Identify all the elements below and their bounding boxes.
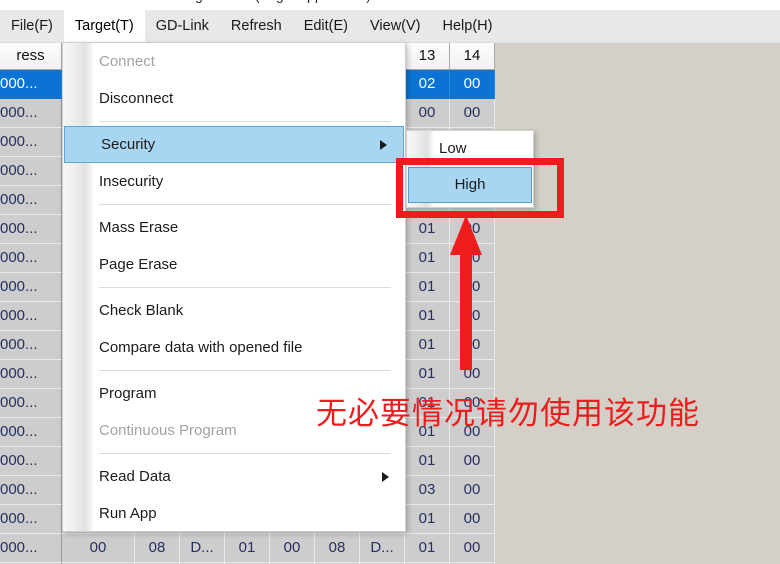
hex-data-cell[interactable]: 01 — [405, 331, 450, 360]
hex-address-cell[interactable]: 000... — [0, 186, 62, 215]
hex-address-cell[interactable]: 000... — [0, 505, 62, 534]
hex-data-cell[interactable]: 01 — [405, 215, 450, 244]
hex-column-header[interactable]: 13 — [405, 42, 450, 70]
hex-data-cell[interactable]: 01 — [405, 244, 450, 273]
menu-item-label: Check Blank — [99, 302, 184, 319]
hex-data-cell[interactable]: D... — [360, 534, 405, 563]
hex-data-cell[interactable]: 00 — [62, 534, 135, 563]
hex-address-cell[interactable]: 000... — [0, 389, 62, 418]
hex-data-cell[interactable]: 01 — [405, 273, 450, 302]
hex-data-cell[interactable]: 01 — [405, 360, 450, 389]
hex-data-cell[interactable]: 01 — [405, 447, 450, 476]
menu-item-security[interactable]: Security — [64, 126, 404, 163]
hex-address-cell[interactable]: 000... — [0, 157, 62, 186]
menu-separator — [99, 121, 391, 122]
hex-address-cell[interactable]: 000... — [0, 360, 62, 389]
hex-address-cell[interactable]: 000... — [0, 331, 62, 360]
hex-column-header[interactable]: 14 — [450, 42, 495, 70]
hex-address-cell[interactable]: 000... — [0, 244, 62, 273]
hex-address-cell[interactable]: 000... — [0, 215, 62, 244]
menubar-item-target-t[interactable]: Target(T) — [63, 10, 145, 42]
hex-data-cell[interactable]: 00 — [405, 99, 450, 128]
hex-data-cell[interactable]: 00 — [270, 534, 315, 563]
menu-bar[interactable]: File(F) Target(T) GD-Link Refresh Edit(E) Vie… — [0, 10, 780, 43]
menu-item-label: Continuous Program — [99, 422, 237, 439]
hex-data-cell[interactable]: 00 — [450, 534, 495, 563]
menu-item-label: Run App — [99, 505, 157, 522]
menu-item-run-app[interactable]: Run App — [63, 495, 405, 532]
hex-address-cell[interactable]: 000... — [0, 302, 62, 331]
app-window: GD-Link Programmer (target application) … — [0, 0, 780, 564]
red-arrow-annotation — [450, 215, 482, 370]
hex-data-cell[interactable]: 02 — [405, 70, 450, 99]
hex-address-cell[interactable]: 000... — [0, 418, 62, 447]
menu-separator — [99, 287, 391, 288]
hex-data-cell[interactable]: 08 — [315, 534, 360, 563]
chevron-right-icon — [380, 139, 387, 150]
menu-item-page-erase[interactable]: Page Erase — [63, 246, 405, 283]
chevron-right-icon — [382, 471, 389, 482]
menu-item-disconnect[interactable]: Disconnect — [63, 80, 405, 117]
hex-data-cell[interactable]: 01 — [405, 302, 450, 331]
security-submenu[interactable]: Low High — [406, 130, 534, 208]
menubar-item-view-v[interactable]: View(V) — [359, 10, 432, 42]
hex-data-cell[interactable]: 00 — [450, 447, 495, 476]
menu-item-connect: Connect — [63, 43, 405, 80]
menu-item-label: Disconnect — [99, 90, 174, 107]
menu-item-label: Security — [101, 136, 156, 153]
menu-item-mass-erase[interactable]: Mass Erase — [63, 209, 405, 246]
hex-address-cell[interactable]: 000... — [0, 447, 62, 476]
menu-item-label: Read Data — [99, 468, 171, 485]
menubar-item-gd-link[interactable]: GD-Link — [145, 10, 220, 42]
hex-address-cell[interactable]: 000... — [0, 534, 62, 563]
window-title-remnant: GD-Link Programmer (target application) — [0, 0, 780, 10]
menu-item-label: Connect — [99, 53, 155, 70]
target-dropdown-menu[interactable]: Connect Disconnect Security Insecurity Mass … — [62, 42, 406, 532]
menu-item-label: Page Erase — [99, 256, 178, 273]
hex-data-cell[interactable]: 00 — [450, 99, 495, 128]
hex-column-header[interactable]: ress — [0, 42, 62, 70]
menu-item-read-data[interactable]: Read Data — [63, 458, 405, 495]
menu-separator — [99, 370, 391, 371]
submenu-item-high[interactable]: High — [408, 167, 532, 203]
menu-item-label: Mass Erase — [99, 219, 179, 236]
menubar-item-help-h[interactable]: Help(H) — [432, 10, 504, 42]
menu-separator — [99, 453, 391, 454]
hex-data-cell[interactable]: 08 — [135, 534, 180, 563]
menubar-item-file-f[interactable]: File(F) — [0, 10, 64, 42]
menu-item-label: Insecurity — [99, 173, 164, 190]
menu-item-label: Compare data with opened file — [99, 339, 303, 356]
hex-data-cell[interactable]: 01 — [225, 534, 270, 563]
menu-item-label: Program — [99, 385, 157, 402]
hex-address-cell[interactable]: 000... — [0, 99, 62, 128]
hex-data-cell[interactable]: 00 — [450, 505, 495, 534]
menubar-item-refresh[interactable]: Refresh — [220, 10, 293, 42]
submenu-item-low[interactable]: Low — [407, 131, 533, 167]
hex-data-cell[interactable]: 03 — [405, 476, 450, 505]
menu-separator — [99, 204, 391, 205]
hex-data-cell[interactable]: 00 — [450, 70, 495, 99]
hex-address-cell[interactable]: 000... — [0, 70, 62, 99]
menu-item-insecurity[interactable]: Insecurity — [63, 163, 405, 200]
table-row[interactable]: 000...0008D...010008D...0100 — [0, 534, 780, 563]
hex-address-cell[interactable]: 000... — [0, 128, 62, 157]
menubar-item-edit-e[interactable]: Edit(E) — [293, 10, 359, 42]
menu-item-compare-data-with-opened-file[interactable]: Compare data with opened file — [63, 329, 405, 366]
window-title-text: GD-Link Programmer (target application) — [118, 0, 371, 3]
hex-data-cell[interactable]: 01 — [405, 534, 450, 563]
menu-item-check-blank[interactable]: Check Blank — [63, 292, 405, 329]
hex-address-cell[interactable]: 000... — [0, 476, 62, 505]
red-warning-note: 无必要情况请勿使用该功能 — [316, 396, 700, 432]
hex-data-cell[interactable]: 01 — [405, 505, 450, 534]
hex-data-cell[interactable]: D... — [180, 534, 225, 563]
hex-data-cell[interactable]: 00 — [450, 476, 495, 505]
hex-address-cell[interactable]: 000... — [0, 273, 62, 302]
